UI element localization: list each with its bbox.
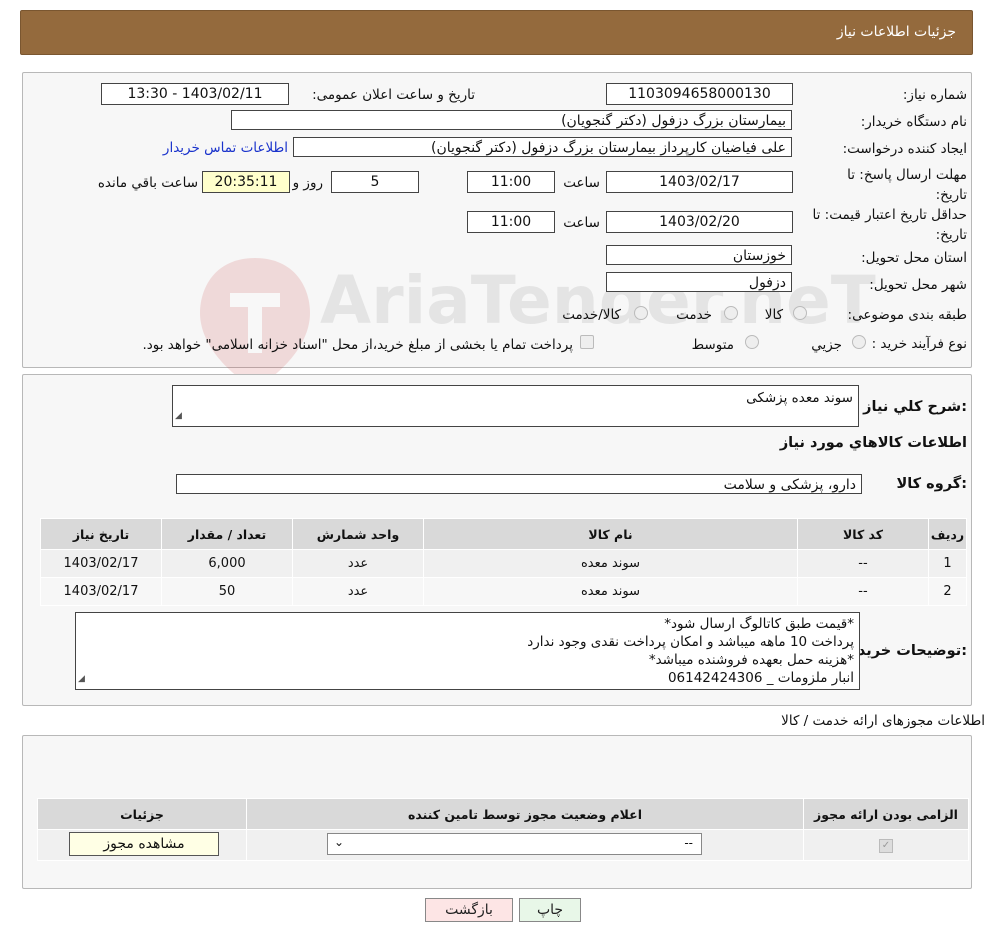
need-number-field: 1103094658000130 (606, 83, 793, 105)
category-option-goods: کالا (764, 307, 783, 323)
cell-unit: عدد (292, 577, 424, 606)
price-date-field: 1403/02/20 (606, 211, 793, 233)
price-time-label: ساعت (563, 215, 600, 231)
category-radio-goods-service[interactable] (634, 306, 648, 320)
category-radio-service[interactable] (724, 306, 738, 320)
province-label: استان محل تحویل: (861, 250, 967, 266)
category-label: طبقه بندی موضوعی: (847, 307, 967, 323)
cell-qty: 6,000 (161, 549, 293, 578)
cell-date: 1403/02/17 (40, 549, 162, 578)
days-label: روز و (292, 175, 323, 191)
col-qty: تعداد / مقدار (161, 518, 293, 550)
col-unit: واحد شمارش (292, 518, 424, 550)
cell-row: 1 (928, 549, 967, 578)
process-option-minor: جزیي (811, 337, 842, 353)
col-row: ردیف (928, 518, 967, 550)
desc-value: سوند معده پزشکی (746, 390, 853, 406)
announce-field: 1403/02/11 - 13:30 (101, 83, 289, 105)
buyer-contact-link[interactable]: اطلاعات تماس خریدار (163, 140, 288, 156)
permit-required-checkbox[interactable]: ✓ (879, 839, 893, 853)
cell-date: 1403/02/17 (40, 577, 162, 606)
category-radio-goods[interactable] (793, 306, 807, 320)
category-option-service: خدمت (676, 307, 712, 323)
group-label: گروه کالا: (896, 476, 967, 492)
creator-label: ایجاد کننده درخواست: (842, 141, 967, 157)
table-row: 2 -- سوند معده عدد 50 1403/02/17 (40, 577, 967, 606)
col-date: تاریخ نیاز (40, 518, 162, 550)
buyer-note-line: *قیمت طبق کاتالوگ ارسال شود* (664, 616, 854, 632)
province-field: خوزستان (606, 245, 792, 265)
goods-table: ردیف کد کالا نام کالا واحد شمارش تعداد /… (40, 518, 967, 606)
cell-code: -- (797, 577, 929, 606)
cell-unit: عدد (292, 549, 424, 578)
buyer-note-line: *هزینه حمل بعهده فروشنده میباشد* (648, 652, 854, 668)
price-validity-label: حداقل تاریخ اعتبار قیمت: تا تاریخ: (812, 207, 967, 243)
col-code: کد کالا (797, 518, 929, 550)
view-permit-button[interactable]: مشاهده مجوز (69, 832, 219, 856)
process-note: پرداخت تمام یا بخشی از مبلغ خرید،از محل … (142, 337, 573, 353)
page-title: جزئیات اطلاعات نیاز (836, 24, 956, 40)
reply-date-field: 1403/02/17 (606, 171, 793, 193)
price-time-field: 11:00 (467, 211, 555, 233)
creator-field: علی فیاضیان کارپرداز بیمارستان بزرگ دزفو… (293, 137, 792, 157)
city-label: شهر محل تحویل: (869, 277, 967, 293)
col-name: نام کالا (423, 518, 798, 550)
need-number-label: شماره نیاز: (902, 87, 967, 103)
buyer-notes-field: *قیمت طبق کاتالوگ ارسال شود* پرداخت 10 م… (75, 612, 860, 690)
back-button[interactable]: بازگشت (425, 898, 513, 922)
desc-field: سوند معده پزشکی ◢ (172, 385, 859, 427)
category-option-goods-service: کالا/خدمت (562, 307, 621, 323)
table-row: 1 -- سوند معده عدد 6,000 1403/02/17 (40, 549, 967, 578)
permit-status-value: -- (684, 836, 693, 850)
reply-time-field: 11:00 (467, 171, 555, 193)
print-button[interactable]: چاپ (519, 898, 581, 922)
permits-title: اطلاعات مجوزهای ارائه خدمت / کالا (781, 713, 985, 729)
remaining-label: ساعت باقي مانده (97, 175, 198, 191)
process-radio-medium[interactable] (745, 335, 759, 349)
watermark-text: AriaTender.neT (320, 262, 876, 339)
process-checkbox-treasury[interactable] (580, 335, 594, 349)
col-permit-required: الزامی بودن ارائه مجوز (803, 798, 969, 830)
col-permit-details: جزئیات (37, 798, 247, 830)
col-permit-status: اعلام وضعیت مجوز توسط تامین کننده (246, 798, 804, 830)
cell-name: سوند معده (423, 549, 798, 578)
buyer-org-label: نام دستگاه خریدار: (860, 114, 967, 130)
days-field: 5 (331, 171, 419, 193)
group-field: دارو، پزشکی و سلامت (176, 474, 862, 494)
reply-time-label: ساعت (563, 175, 600, 191)
buyer-org-field: بیمارستان بزرگ دزفول (دکتر گنجویان) (231, 110, 792, 130)
buyer-notes-label: توضیحات خریدار: (844, 643, 967, 659)
page-header: جزئیات اطلاعات نیاز (20, 10, 973, 55)
buyer-note-line: پرداخت 10 ماهه میباشد و امکان پرداخت نقد… (527, 634, 854, 650)
process-radio-minor[interactable] (852, 335, 866, 349)
chevron-down-icon: ⌄ (334, 835, 345, 849)
resize-grip-icon[interactable]: ◢ (78, 670, 85, 688)
cell-code: -- (797, 549, 929, 578)
permit-required-cell: ✓ (803, 829, 969, 861)
desc-label: شرح کلي نیاز: (863, 399, 967, 415)
remaining-time-field: 20:35:11 (202, 171, 290, 193)
cell-row: 2 (928, 577, 967, 606)
process-option-medium: متوسط (691, 337, 734, 353)
reply-deadline-label: مهلت ارسال پاسخ: تا تاریخ: (847, 167, 967, 203)
resize-grip-icon[interactable]: ◢ (175, 407, 182, 425)
process-label: نوع فرآیند خرید : (871, 336, 967, 352)
permit-status-select[interactable]: ⌄ -- (327, 833, 702, 855)
city-field: دزفول (606, 272, 792, 292)
cell-qty: 50 (161, 577, 293, 606)
announce-label: تاریخ و ساعت اعلان عمومی: (312, 87, 475, 103)
goods-heading: اطلاعات کالاهاي مورد نیاز (779, 435, 967, 451)
cell-name: سوند معده (423, 577, 798, 606)
buyer-note-line: انبار ملزومات _ 06142424306 (667, 670, 854, 686)
